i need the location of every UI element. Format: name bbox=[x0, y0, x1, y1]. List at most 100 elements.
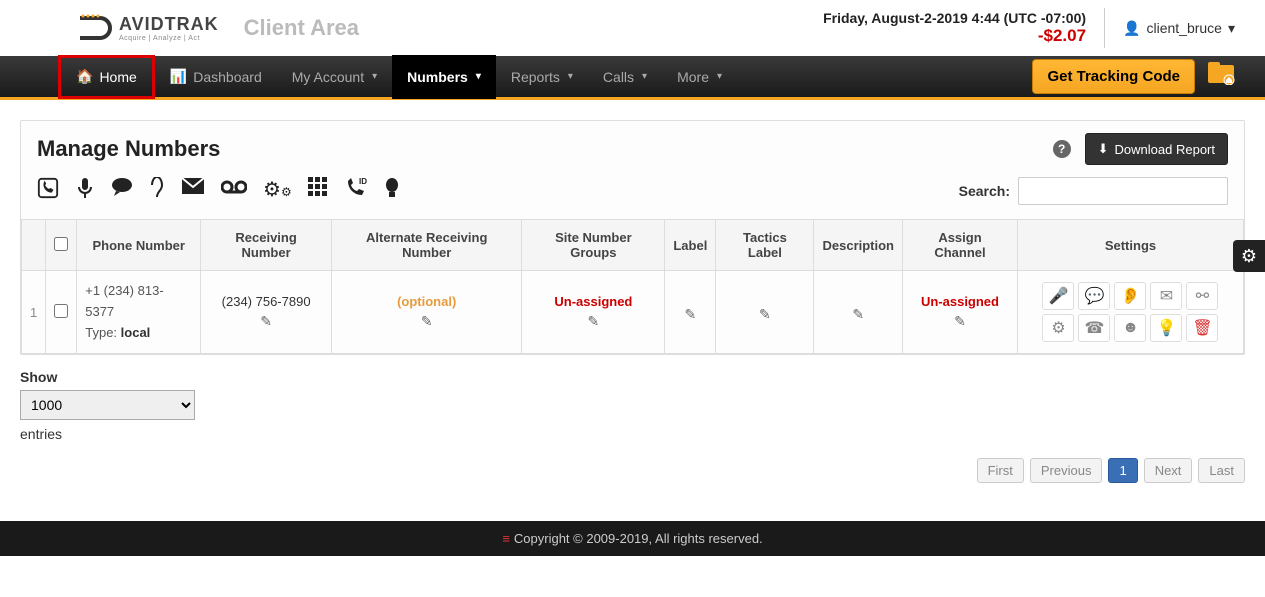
robot-setting-icon[interactable]: ☻ bbox=[1114, 314, 1146, 342]
caret-down-icon: ▾ bbox=[372, 71, 377, 82]
phone-number: +1 (234) 813-5377 bbox=[85, 283, 163, 319]
caret-down-icon: ▾ bbox=[717, 71, 722, 82]
chat-setting-icon[interactable]: 💬 bbox=[1078, 282, 1110, 310]
get-tracking-code-button[interactable]: Get Tracking Code bbox=[1032, 59, 1195, 94]
gears-icon[interactable]: ⚙⚙ bbox=[263, 177, 292, 205]
col-settings: Settings bbox=[1017, 220, 1243, 271]
nav-numbers[interactable]: Numbers ▾ bbox=[392, 55, 496, 99]
dashboard-icon: 📊 bbox=[170, 68, 187, 85]
ear-icon[interactable] bbox=[149, 177, 165, 205]
panel: Manage Numbers ? ⬇ Download Report ⚙⚙ ID bbox=[20, 120, 1245, 355]
nav-reports[interactable]: Reports▾ bbox=[496, 55, 588, 99]
ear-setting-icon[interactable]: 👂 bbox=[1114, 282, 1146, 310]
gears-setting-icon[interactable]: ⚙ bbox=[1042, 314, 1074, 342]
logo-icon bbox=[75, 13, 115, 43]
nav-calls[interactable]: Calls▾ bbox=[588, 55, 662, 99]
cell-tactics: ✎ bbox=[716, 271, 814, 354]
microphone-icon[interactable] bbox=[75, 177, 95, 205]
nav-more-label: More bbox=[677, 69, 709, 85]
edit-icon[interactable]: ✎ bbox=[724, 306, 805, 323]
col-channel[interactable]: Assign Channel bbox=[903, 220, 1018, 271]
voicemail-setting-icon[interactable]: ⚯ bbox=[1186, 282, 1218, 310]
caret-down-icon: ▾ bbox=[642, 71, 647, 82]
show-select[interactable]: 1000 bbox=[20, 390, 195, 420]
bulb-icon[interactable] bbox=[384, 177, 400, 205]
nav: 🏠 Home 📊 Dashboard My Account▾ Numbers▾ … bbox=[0, 56, 1265, 100]
cell-receiving: (234) 756-7890 ✎ bbox=[201, 271, 332, 354]
edit-icon[interactable]: ✎ bbox=[530, 313, 656, 330]
page-first-button[interactable]: First bbox=[977, 458, 1024, 483]
page-number-button[interactable]: 1 bbox=[1108, 458, 1137, 483]
col-tactics[interactable]: Tactics Label bbox=[716, 220, 814, 271]
footer: ≡ Copyright © 2009-2019, All rights reser… bbox=[0, 521, 1265, 556]
edit-icon[interactable]: ✎ bbox=[911, 313, 1009, 330]
logo-text: AVIDTRAK bbox=[119, 14, 219, 35]
cell-site-groups: Un-assigned ✎ bbox=[522, 271, 665, 354]
col-site-groups[interactable]: Site Number Groups bbox=[522, 220, 665, 271]
divider bbox=[1104, 8, 1105, 48]
page-title: Manage Numbers bbox=[37, 136, 220, 162]
caller-id-icon[interactable]: ID bbox=[344, 177, 368, 205]
cell-phone: +1 (234) 813-5377 Type: local bbox=[77, 271, 201, 354]
user-menu[interactable]: 👤 client_bruce ▾ bbox=[1123, 20, 1235, 37]
col-label[interactable]: Label bbox=[665, 220, 716, 271]
edit-icon[interactable]: ✎ bbox=[209, 313, 323, 330]
mail-setting-icon[interactable]: ✉ bbox=[1150, 282, 1182, 310]
logo-subtitle: Acquire | Analyze | Act bbox=[119, 35, 219, 42]
page-next-button[interactable]: Next bbox=[1144, 458, 1193, 483]
voicemail-icon[interactable] bbox=[221, 177, 247, 205]
phone-forward-icon[interactable] bbox=[37, 177, 59, 205]
row-index: 1 bbox=[22, 271, 46, 354]
nav-dashboard[interactable]: 📊 Dashboard bbox=[155, 55, 277, 99]
type-label: Type: bbox=[85, 325, 117, 340]
row-checkbox[interactable] bbox=[54, 304, 68, 318]
nav-my-account[interactable]: My Account▾ bbox=[277, 55, 392, 99]
cell-label: ✎ bbox=[665, 271, 716, 354]
settings-fab-icon[interactable]: ⚙ bbox=[1233, 240, 1265, 272]
mail-icon[interactable] bbox=[181, 177, 205, 205]
mic-setting-icon[interactable]: 🎤 bbox=[1042, 282, 1074, 310]
nav-more[interactable]: More ▾ bbox=[662, 55, 737, 99]
grid-icon[interactable] bbox=[308, 177, 328, 205]
search-input[interactable] bbox=[1018, 177, 1228, 205]
footer-text: Copyright © 2009-2019, All rights reserv… bbox=[514, 531, 763, 546]
receiving-number: (234) 756-7890 bbox=[222, 294, 311, 309]
col-receiving[interactable]: Receiving Number bbox=[201, 220, 332, 271]
alt-receiving: (optional) bbox=[397, 294, 456, 309]
client-area-label: Client Area bbox=[244, 15, 359, 41]
select-all-checkbox[interactable] bbox=[54, 237, 68, 251]
trash-setting-icon[interactable]: 🗑 bbox=[1186, 314, 1218, 342]
chat-icon[interactable] bbox=[111, 177, 133, 205]
col-description[interactable]: Description bbox=[814, 220, 903, 271]
type-value: local bbox=[121, 325, 151, 340]
callerid-setting-icon[interactable]: ☎ bbox=[1078, 314, 1110, 342]
pagination: First Previous 1 Next Last bbox=[20, 446, 1245, 501]
edit-icon[interactable]: ✎ bbox=[673, 306, 707, 323]
search-label: Search: bbox=[959, 183, 1010, 199]
page-previous-button[interactable]: Previous bbox=[1030, 458, 1103, 483]
caret-down-icon: ▾ bbox=[1228, 20, 1235, 37]
logo[interactable]: AVIDTRAK Acquire | Analyze | Act bbox=[75, 13, 219, 43]
edit-icon[interactable]: ✎ bbox=[340, 313, 513, 330]
channel: Un-assigned bbox=[921, 294, 999, 309]
bulb-setting-icon[interactable]: 💡 bbox=[1150, 314, 1182, 342]
caret-down-icon: ▾ bbox=[476, 71, 481, 82]
col-alt-receiving[interactable]: Alternate Receiving Number bbox=[332, 220, 522, 271]
toolbar: ⚙⚙ ID bbox=[37, 177, 400, 205]
bars-icon: ≡ bbox=[502, 531, 510, 546]
page-last-button[interactable]: Last bbox=[1198, 458, 1245, 483]
edit-icon[interactable]: ✎ bbox=[822, 306, 894, 323]
help-icon[interactable]: ? bbox=[1053, 140, 1071, 158]
datetime: Friday, August-2-2019 4:44 (UTC -07:00) bbox=[823, 10, 1086, 26]
site-groups: Un-assigned bbox=[554, 294, 632, 309]
nav-home[interactable]: 🏠 Home bbox=[58, 55, 155, 99]
download-report-button[interactable]: ⬇ Download Report bbox=[1085, 133, 1228, 165]
col-phone[interactable]: Phone Number bbox=[77, 220, 201, 271]
entries-label: entries bbox=[20, 426, 1245, 442]
folder-home-icon[interactable] bbox=[1207, 61, 1235, 92]
nav-dashboard-label: Dashboard bbox=[193, 69, 262, 85]
header: AVIDTRAK Acquire | Analyze | Act Client … bbox=[0, 0, 1265, 56]
nav-numbers-label: Numbers bbox=[407, 69, 468, 85]
col-select-all bbox=[46, 220, 77, 271]
nav-reports-label: Reports bbox=[511, 69, 560, 85]
